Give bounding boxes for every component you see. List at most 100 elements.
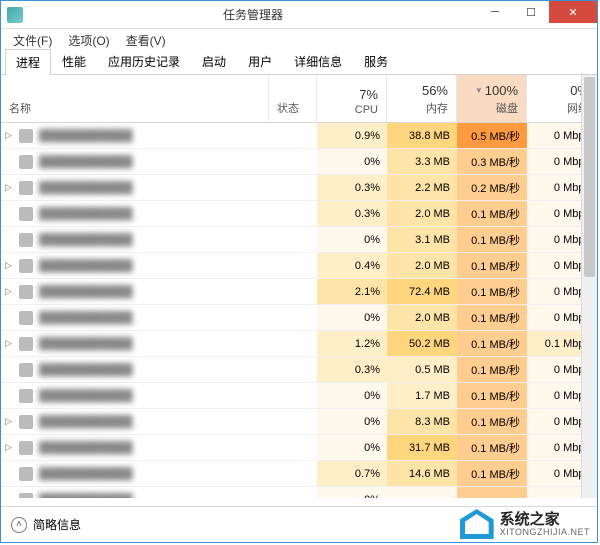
process-name-cell: ▷████████████ — [1, 435, 269, 460]
disk-cell: 0.1 MB/秒 — [457, 227, 527, 252]
tab-5[interactable]: 详细信息 — [283, 48, 353, 74]
table-header-row: 名称 状态 7% CPU 56% 内存 ▼ 100% 磁盘 0% — [1, 75, 597, 123]
tab-0[interactable]: 进程 — [5, 49, 51, 75]
tab-2[interactable]: 应用历史记录 — [97, 48, 191, 74]
table-row[interactable]: ████████████ 0% — [1, 487, 597, 498]
chevron-right-icon[interactable]: ▷ — [5, 182, 15, 193]
memory-cell: 38.8 MB — [387, 123, 457, 148]
memory-cell: 2.0 MB — [387, 201, 457, 226]
status-cell — [269, 227, 317, 252]
col-header-cpu[interactable]: 7% CPU — [317, 75, 387, 122]
chevron-right-icon[interactable]: ▷ — [5, 286, 15, 297]
process-name-redacted: ████████████ — [39, 312, 133, 324]
status-cell — [269, 487, 317, 498]
memory-cell: 8.3 MB — [387, 409, 457, 434]
disk-cell: 0.1 MB/秒 — [457, 383, 527, 408]
cpu-usage-pct: 7% — [359, 87, 378, 102]
chevron-up-icon[interactable]: ˄ — [11, 517, 27, 533]
status-cell — [269, 409, 317, 434]
disk-cell: 0.1 MB/秒 — [457, 201, 527, 226]
table-row[interactable]: ▷████████████0.3%2.2 MB0.2 MB/秒0 Mbps — [1, 175, 597, 201]
memory-cell: 50.2 MB — [387, 331, 457, 356]
table-row[interactable]: ████████████0%2.0 MB0.1 MB/秒0 Mbps — [1, 305, 597, 331]
vertical-scrollbar[interactable] — [581, 75, 597, 498]
table-row[interactable]: ▷████████████1.2%50.2 MB0.1 MB/秒0.1 Mbps — [1, 331, 597, 357]
memory-cell: 3.3 MB — [387, 149, 457, 174]
memory-cell: 0.5 MB — [387, 357, 457, 382]
table-row[interactable]: ▷████████████0%8.3 MB0.1 MB/秒0 Mbps — [1, 409, 597, 435]
process-name-redacted: ████████████ — [39, 494, 133, 499]
tab-3[interactable]: 启动 — [191, 48, 237, 74]
cpu-label: CPU — [355, 104, 378, 116]
cpu-cell: 0% — [317, 409, 387, 434]
process-icon — [19, 337, 33, 351]
table-row[interactable]: ████████████0.7%14.6 MB0.1 MB/秒0 Mbps — [1, 461, 597, 487]
status-cell — [269, 149, 317, 174]
memory-cell: 1.7 MB — [387, 383, 457, 408]
table-row[interactable]: ▷████████████0%31.7 MB0.1 MB/秒0 Mbps — [1, 435, 597, 461]
tab-1[interactable]: 性能 — [51, 48, 97, 74]
process-icon — [19, 415, 33, 429]
disk-cell: 0.1 MB/秒 — [457, 409, 527, 434]
process-name-cell: ████████████ — [1, 149, 269, 174]
disk-cell: 0.1 MB/秒 — [457, 331, 527, 356]
process-icon — [19, 493, 33, 499]
process-icon — [19, 285, 33, 299]
table-row[interactable]: ████████████0.3%2.0 MB0.1 MB/秒0 Mbps — [1, 201, 597, 227]
process-icon — [19, 441, 33, 455]
process-name-redacted: ████████████ — [39, 364, 133, 376]
col-header-disk[interactable]: ▼ 100% 磁盘 — [457, 75, 527, 122]
minimize-button[interactable]: ─ — [477, 1, 513, 23]
process-name-redacted: ████████████ — [39, 390, 133, 402]
table-row[interactable]: ████████████0%3.1 MB0.1 MB/秒0 Mbps — [1, 227, 597, 253]
chevron-right-icon[interactable]: ▷ — [5, 442, 15, 453]
table-row[interactable]: ▷████████████0.9%38.8 MB0.5 MB/秒0 Mbps — [1, 123, 597, 149]
memory-cell: 3.1 MB — [387, 227, 457, 252]
status-cell — [269, 435, 317, 460]
disk-cell: 0.1 MB/秒 — [457, 305, 527, 330]
chevron-right-icon[interactable]: ▷ — [5, 338, 15, 349]
close-button[interactable]: ✕ — [549, 1, 597, 23]
memory-cell: 14.6 MB — [387, 461, 457, 486]
process-name-cell: ▷████████████ — [1, 253, 269, 278]
table-body: ▷████████████0.9%38.8 MB0.5 MB/秒0 Mbps██… — [1, 123, 597, 498]
process-name-cell: ████████████ — [1, 461, 269, 486]
chevron-right-icon[interactable]: ▷ — [5, 260, 15, 271]
col-header-status[interactable]: 状态 — [269, 75, 317, 122]
process-name-cell: ████████████ — [1, 201, 269, 226]
brief-info-toggle[interactable]: 简略信息 — [33, 516, 81, 533]
maximize-button[interactable]: ☐ — [513, 1, 549, 23]
chevron-right-icon[interactable]: ▷ — [5, 416, 15, 427]
table-row[interactable]: ▷████████████0.4%2.0 MB0.1 MB/秒0 Mbps — [1, 253, 597, 279]
cpu-cell: 0.3% — [317, 175, 387, 200]
chevron-right-icon[interactable]: ▷ — [5, 130, 15, 141]
col-header-memory[interactable]: 56% 内存 — [387, 75, 457, 122]
memory-cell: 2.2 MB — [387, 175, 457, 200]
process-table: 名称 状态 7% CPU 56% 内存 ▼ 100% 磁盘 0% — [1, 75, 597, 498]
scroll-thumb[interactable] — [584, 77, 595, 277]
process-icon — [19, 259, 33, 273]
titlebar[interactable]: 任务管理器 ─ ☐ ✕ — [1, 1, 597, 29]
watermark-logo-icon — [460, 509, 494, 539]
disk-cell: 0.1 MB/秒 — [457, 357, 527, 382]
table-row[interactable]: ▷████████████2.1%72.4 MB0.1 MB/秒0 Mbps — [1, 279, 597, 305]
col-header-name[interactable]: 名称 — [1, 75, 269, 122]
memory-cell: 2.0 MB — [387, 253, 457, 278]
memory-cell: 72.4 MB — [387, 279, 457, 304]
task-manager-window: 任务管理器 ─ ☐ ✕ 文件(F) 选项(O) 查看(V) 进程性能应用历史记录… — [0, 0, 598, 543]
cpu-cell: 0.4% — [317, 253, 387, 278]
tab-4[interactable]: 用户 — [237, 48, 283, 74]
status-cell — [269, 123, 317, 148]
process-name-redacted: ████████████ — [39, 468, 133, 480]
watermark-title: 系统之家 — [500, 512, 590, 527]
cpu-cell: 0% — [317, 487, 387, 498]
process-icon — [19, 155, 33, 169]
tab-6[interactable]: 服务 — [353, 48, 399, 74]
table-row[interactable]: ████████████0%1.7 MB0.1 MB/秒0 Mbps — [1, 383, 597, 409]
status-cell — [269, 279, 317, 304]
cpu-cell: 0% — [317, 435, 387, 460]
disk-cell: 0.1 MB/秒 — [457, 253, 527, 278]
table-row[interactable]: ████████████0%3.3 MB0.3 MB/秒0 Mbps — [1, 149, 597, 175]
table-row[interactable]: ████████████0.3%0.5 MB0.1 MB/秒0 Mbps — [1, 357, 597, 383]
cpu-cell: 0% — [317, 227, 387, 252]
